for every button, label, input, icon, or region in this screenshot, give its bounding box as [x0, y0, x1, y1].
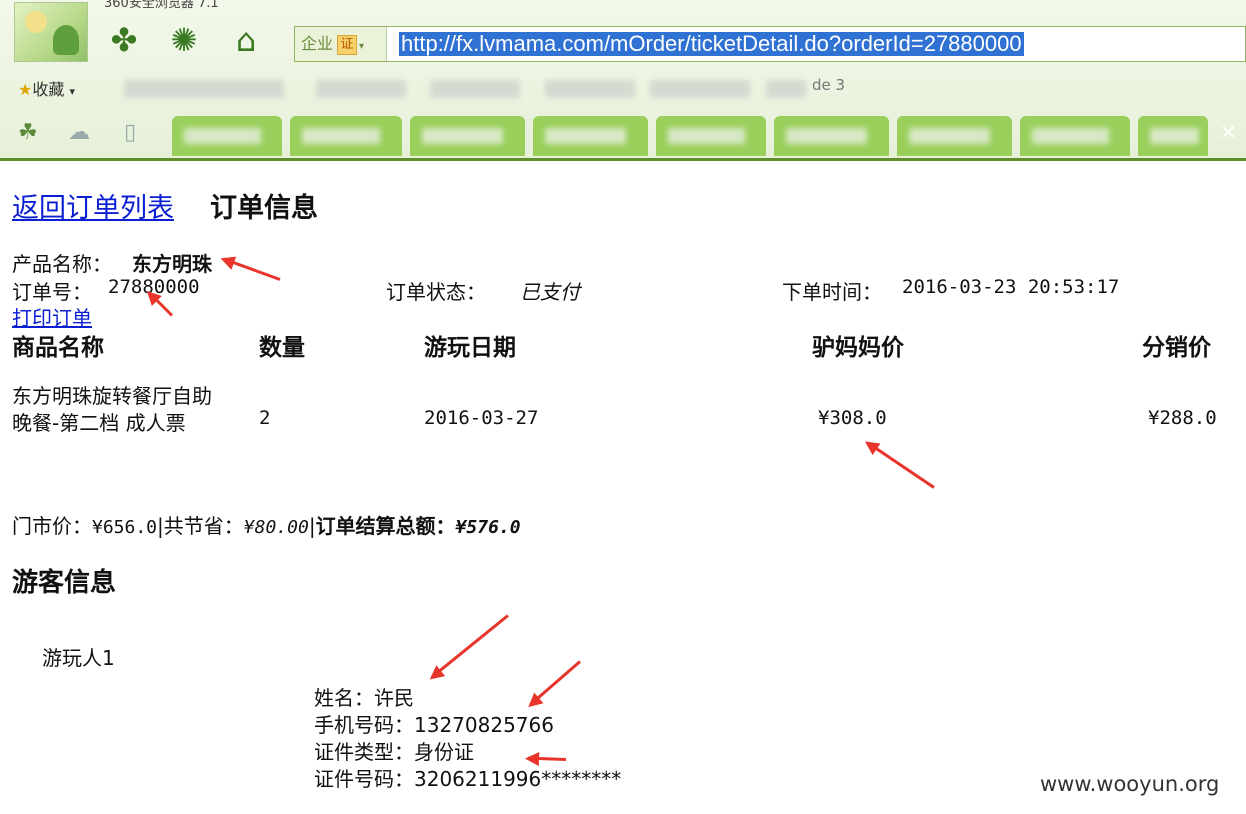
- favorite-item[interactable]: [766, 80, 806, 98]
- close-icon[interactable]: ✕: [1220, 120, 1237, 144]
- page-content: 返回订单列表 订单信息 产品名称： 东方明珠 订单号： 27880000 订单状…: [0, 158, 1246, 814]
- pinwheel-icon[interactable]: ✺: [164, 20, 204, 60]
- phone-icon[interactable]: ▯: [124, 120, 136, 145]
- col-header-lvmama-price: 驴妈妈价: [812, 335, 904, 361]
- visitor-id-no: 证件号码：3206211996********: [314, 767, 622, 791]
- col-header-product: 商品名称: [12, 335, 104, 361]
- favorite-item[interactable]: [430, 80, 520, 98]
- visitor-label: 游玩人1: [42, 646, 115, 670]
- certificate-icon: 证: [337, 34, 358, 55]
- browser-tab[interactable]: [410, 116, 525, 156]
- separator: |: [308, 514, 316, 538]
- item-dist-price: ¥288.0: [1148, 407, 1217, 429]
- browser-tab[interactable]: [533, 116, 648, 156]
- annotation-arrow: [223, 257, 281, 281]
- favorites-bar: ★收藏 ▾ de 3: [0, 70, 1246, 106]
- item-lvmama-price: ¥308.0: [818, 407, 887, 429]
- visitor-phone: 手机号码：13270825766: [314, 713, 554, 737]
- separator: |: [157, 514, 164, 538]
- order-time: 2016-03-23 20:53:17: [902, 276, 1120, 298]
- favorite-item[interactable]: [316, 80, 406, 98]
- saved-label: 共节省：: [163, 514, 244, 538]
- browser-toolbar: 360安全浏览器 7.1 ✤ ✺ ⌂ 企业证 ▾ http://fx.lvmama…: [0, 0, 1246, 161]
- favorites-button[interactable]: ★收藏 ▾: [18, 76, 75, 100]
- status-label: 订单状态：: [386, 280, 486, 304]
- visitor-name: 姓名：许民: [314, 686, 414, 710]
- annotation-arrow: [430, 614, 509, 679]
- browser-tab[interactable]: [172, 116, 282, 156]
- browser-tab[interactable]: [774, 116, 889, 156]
- col-header-date: 游玩日期: [424, 335, 516, 361]
- tab-strip: ☘ ☁ ▯ ✕: [0, 108, 1246, 158]
- item-qty: 2: [259, 407, 271, 429]
- annotation-arrow: [527, 756, 567, 761]
- annotation-arrow: [866, 441, 935, 489]
- back-to-order-list-link[interactable]: 返回订单列表: [12, 186, 174, 225]
- clover-icon[interactable]: ☘: [18, 120, 38, 145]
- browser-skin-logo: [14, 2, 88, 62]
- browser-tab[interactable]: [897, 116, 1012, 156]
- window-title: 360安全浏览器 7.1: [104, 0, 219, 11]
- saved-amount: ¥80.00: [243, 517, 309, 538]
- order-time-label: 下单时间：: [782, 280, 882, 304]
- browser-tab[interactable]: [1138, 116, 1208, 156]
- item-name-line1: 东方明珠旋转餐厅自助: [12, 384, 212, 408]
- status-value: 已支付: [520, 280, 580, 304]
- favorite-item[interactable]: [650, 80, 750, 98]
- star-icon: ★: [18, 80, 33, 99]
- col-header-dist-price: 分销价: [1142, 335, 1211, 361]
- market-price: ¥656.0: [92, 517, 158, 538]
- print-order-link[interactable]: 打印订单: [12, 302, 92, 331]
- order-no-label: 订单号：: [12, 280, 92, 304]
- annotation-arrow: [529, 660, 581, 706]
- visitor-section-title: 游客信息: [12, 568, 117, 598]
- order-summary: 门市价：¥656.0|共节省：¥80.00|订单结算总额：¥576.0: [12, 510, 521, 539]
- item-name-line2: 晚餐-第二档 成人票: [12, 411, 186, 435]
- market-price-label: 门市价：: [12, 514, 92, 538]
- enterprise-cert-badge[interactable]: 企业证 ▾: [295, 27, 387, 61]
- cloud-icon[interactable]: ☁: [68, 120, 90, 145]
- browser-tab[interactable]: [290, 116, 402, 156]
- browser-tab[interactable]: [656, 116, 766, 156]
- url-text[interactable]: http://fx.lvmama.com/mOrder/ticketDetail…: [399, 32, 1024, 56]
- favorite-item[interactable]: [545, 80, 635, 98]
- item-date: 2016-03-27: [424, 407, 539, 429]
- total-amount: ¥576.0: [455, 517, 521, 538]
- visitor-id-type: 证件类型：身份证: [314, 740, 474, 764]
- page-title: 订单信息: [210, 193, 318, 224]
- browser-tab[interactable]: [1020, 116, 1130, 156]
- home-icon[interactable]: ⌂: [226, 20, 266, 60]
- address-bar[interactable]: 企业证 ▾ http://fx.lvmama.com/mOrder/ticketD…: [294, 26, 1246, 62]
- product-label: 产品名称：: [12, 252, 112, 276]
- product-name: 东方明珠: [132, 252, 212, 276]
- col-header-qty: 数量: [259, 335, 305, 361]
- favorite-item[interactable]: [124, 80, 284, 98]
- total-label: 订单结算总额：: [315, 514, 456, 538]
- leaf-icon[interactable]: ✤: [104, 20, 144, 60]
- watermark: www.wooyun.org: [1040, 772, 1220, 796]
- favorite-item-label[interactable]: de 3: [812, 76, 845, 94]
